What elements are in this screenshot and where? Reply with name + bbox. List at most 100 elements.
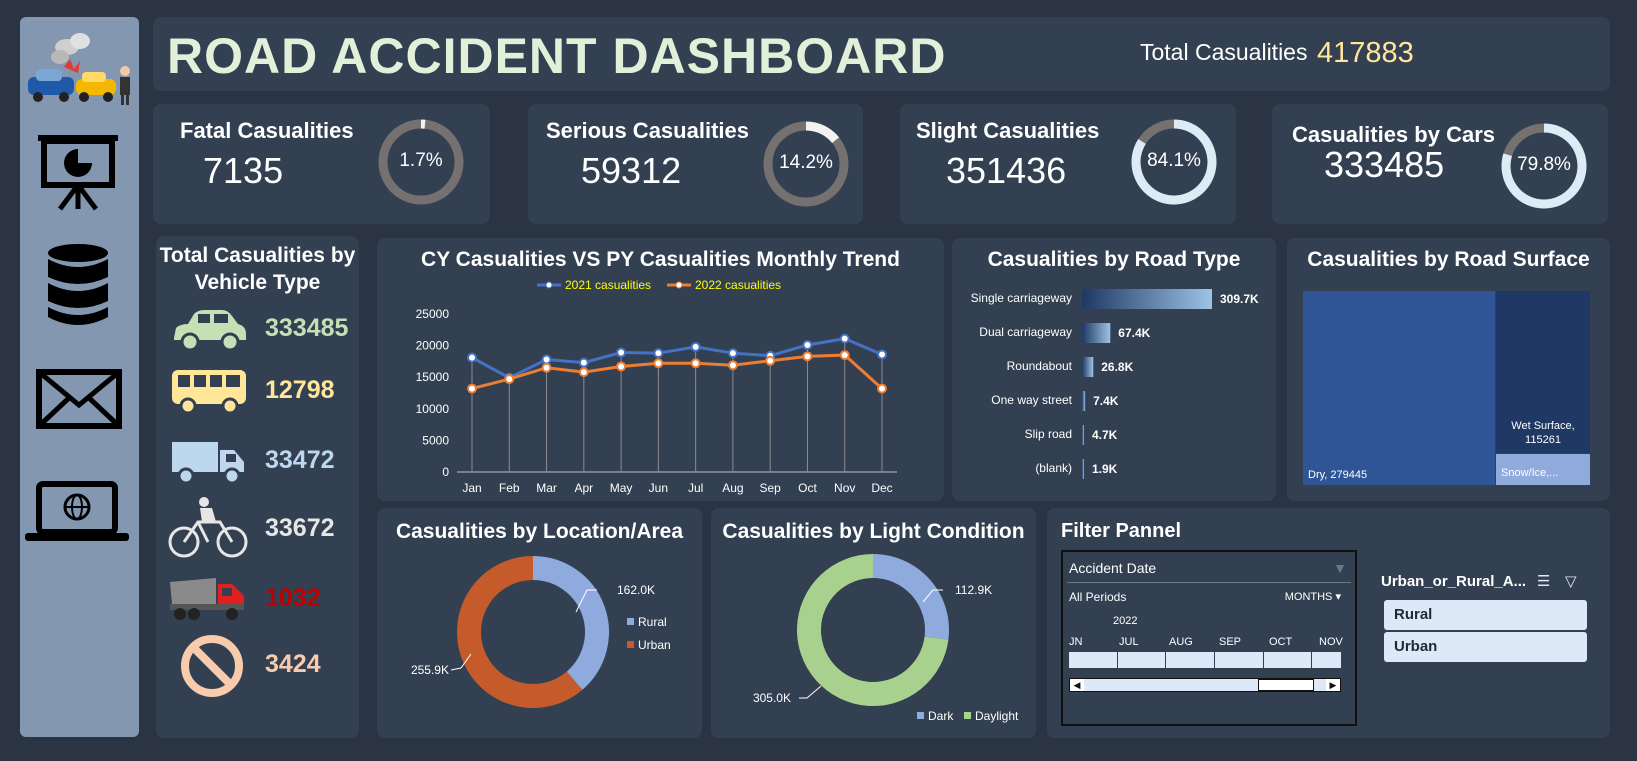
kpi-fatal-pct: 1.7%: [399, 150, 443, 171]
legend-swatch: [964, 712, 971, 719]
sidebar: [20, 17, 139, 737]
x-tick-label: May: [610, 481, 633, 495]
vehicle-type-title: Total Casualities by Vehicle Type: [159, 244, 356, 294]
donut-slice: [872, 554, 949, 640]
bar-category-label: Dual carriageway: [979, 325, 1072, 339]
data-point: [504, 374, 515, 385]
timeline-unit-select[interactable]: MONTHS ▾: [1285, 590, 1341, 603]
kpi-slight-pct: 84.1%: [1147, 150, 1201, 171]
timeline-month[interactable]: AUG: [1169, 636, 1193, 648]
kpi-slight: Slight Casualities 351436 84.1%: [900, 104, 1236, 224]
vehicle-car-value: 333485: [265, 314, 349, 342]
location-donut-chart: 162.0K 255.9K Rural Urban: [411, 556, 671, 708]
timeline-title: Accident Date: [1069, 560, 1157, 576]
legend-marker: [545, 281, 553, 289]
legend-swatch: [627, 641, 634, 648]
data-point: [690, 341, 701, 352]
kpi-serious-value: 59312: [581, 150, 682, 191]
light-donut-chart: 112.9K 305.0K Dark Daylight: [753, 554, 1019, 723]
data-point: [839, 333, 850, 344]
bar: [1082, 459, 1084, 479]
legend-label: Rural: [638, 615, 667, 629]
light-panel: Casualities by Light Condition 112.9K 305…: [711, 508, 1036, 738]
clear-filter-icon[interactable]: ▼: [1333, 560, 1347, 576]
y-tick-label: 0: [442, 465, 449, 479]
data-point: [765, 355, 776, 366]
x-tick-label: Mar: [536, 481, 557, 495]
data-point: [727, 360, 738, 371]
data-point: [616, 361, 627, 372]
timeline-month[interactable]: SEP: [1219, 636, 1241, 648]
data-point: [653, 348, 664, 359]
slicer-option-rural[interactable]: Rural: [1384, 600, 1587, 630]
road-type-chart: Single carriageway 309.7K Dual carriageway…: [971, 289, 1259, 479]
data-point: [578, 357, 589, 368]
kpi-serious: Serious Casualities 59312 14.2%: [528, 104, 863, 224]
vehicle-truck: 33472: [170, 434, 345, 490]
kpi-slight-value: 351436: [946, 150, 1067, 191]
x-tick-label: Apr: [574, 481, 593, 495]
kpi-serious-title: Serious Casualities: [546, 118, 749, 143]
vehicle-type-panel: Total Casualities by Vehicle Type 333485…: [156, 236, 359, 738]
total-casualities-value: 417883: [1317, 37, 1414, 69]
presentation-chart-icon[interactable]: [36, 129, 120, 211]
timeline-month[interactable]: NOV: [1319, 636, 1343, 648]
kpi-fatal-donut: 1.7%: [375, 116, 467, 208]
vehicle-bus: 12798: [170, 364, 345, 420]
timeline-bar[interactable]: [1069, 652, 1341, 668]
timeline-month[interactable]: JN: [1069, 636, 1082, 648]
data-point: [802, 339, 813, 350]
scroll-left-icon[interactable]: ◀: [1070, 679, 1084, 691]
bar-category-label: Roundabout: [1007, 359, 1073, 373]
vehicle-bus-value: 12798: [265, 376, 335, 404]
kpi-fatal: Fatal Casualities 7135 1.7%: [153, 104, 490, 224]
timeline-slicer[interactable]: Accident Date ▼ All Periods MONTHS ▾ 202…: [1061, 550, 1357, 726]
scroll-thumb[interactable]: [1258, 679, 1314, 691]
area-slicer[interactable]: Urban_or_Rural_A... ☰ ▽ Rural Urban: [1371, 550, 1600, 726]
x-tick-label: Dec: [871, 481, 892, 495]
filter-panel: Filter Pannel Accident Date ▼ All Period…: [1047, 508, 1610, 738]
page-title: ROAD ACCIDENT DASHBOARD: [167, 28, 947, 84]
slicer-option-urban[interactable]: Urban: [1384, 632, 1587, 662]
bar: [1082, 323, 1111, 343]
bar-value-label: 309.7K: [1220, 292, 1259, 306]
kpi-cars: Casualities by Cars 333485 79.8%: [1272, 104, 1608, 224]
total-casualities-label: Total Casualities: [1140, 39, 1308, 65]
car-icon: [174, 310, 246, 352]
data-point: [616, 347, 627, 358]
x-tick-label: Sep: [760, 481, 782, 495]
treemap-dry-label: Dry, 279445: [1308, 469, 1368, 481]
bar-category-label: (blank): [1035, 461, 1072, 475]
treemap-snow-label: Snow/Ice,...: [1501, 467, 1559, 479]
vehicle-truck-value: 33472: [265, 446, 335, 474]
scroll-right-icon[interactable]: ▶: [1326, 679, 1340, 691]
timeline-month[interactable]: JUL: [1119, 636, 1139, 648]
timeline-year: 2022: [1113, 615, 1138, 627]
timeline-unit-label: MONTHS: [1284, 591, 1333, 603]
kpi-fatal-value: 7135: [203, 150, 284, 191]
legend-marker: [675, 281, 683, 289]
kpi-serious-donut: 14.2%: [760, 118, 852, 210]
kpi-serious-pct: 14.2%: [779, 152, 833, 173]
timeline-scrollbar[interactable]: ◀ ▶: [1069, 678, 1341, 692]
filter-title: Filter Pannel: [1061, 520, 1182, 542]
bar-value-label: 4.7K: [1092, 428, 1118, 442]
clear-slicer-filter-icon[interactable]: ▽: [1565, 572, 1577, 590]
x-tick-label: Feb: [499, 481, 520, 495]
y-tick-label: 25000: [416, 307, 450, 321]
legend-swatch: [627, 618, 634, 625]
legend-swatch: [917, 712, 924, 719]
data-point: [467, 383, 477, 394]
laptop-globe-icon[interactable]: [25, 481, 129, 545]
x-tick-label: Oct: [798, 481, 817, 495]
kpi-cars-donut: 79.8%: [1498, 120, 1590, 212]
x-tick-label: Jul: [688, 481, 703, 495]
vehicle-dump-truck-value: 1032: [265, 584, 321, 612]
kpi-cars-value: 333485: [1324, 144, 1445, 185]
series-line: [471, 353, 884, 391]
mail-icon[interactable]: [36, 369, 122, 429]
multi-select-icon[interactable]: ☰: [1537, 572, 1550, 590]
database-icon[interactable]: [46, 243, 110, 327]
timeline-month[interactable]: OCT: [1269, 636, 1292, 648]
bicycle-icon: [168, 497, 248, 558]
